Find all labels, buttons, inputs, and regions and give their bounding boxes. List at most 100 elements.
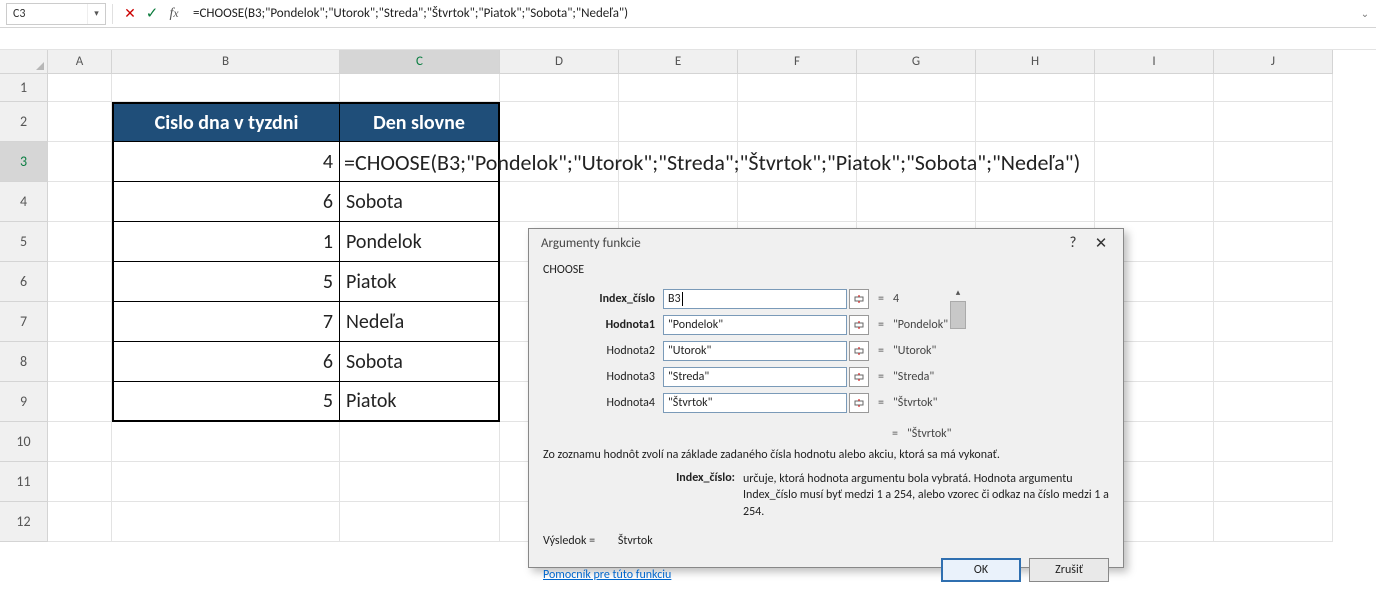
cell[interactable]: Sobota (340, 342, 500, 382)
cell[interactable] (500, 182, 619, 222)
cell[interactable] (619, 142, 738, 182)
cell[interactable] (48, 502, 112, 542)
cell[interactable] (112, 74, 340, 102)
row-header[interactable]: 12 (0, 502, 48, 542)
argument-input[interactable]: "Pondelok" (663, 315, 847, 335)
collapse-dialog-icon[interactable] (849, 393, 869, 413)
cell[interactable]: Pondelok (340, 222, 500, 262)
cell[interactable] (48, 462, 112, 502)
cell[interactable] (48, 102, 112, 142)
row-header[interactable]: 8 (0, 342, 48, 382)
row-header[interactable]: 7 (0, 302, 48, 342)
arguments-scrollbar[interactable]: ▴ (948, 287, 966, 417)
column-header[interactable]: J (1214, 50, 1333, 74)
cell[interactable] (738, 142, 857, 182)
cell[interactable] (48, 262, 112, 302)
cell[interactable] (619, 74, 738, 102)
cell[interactable] (48, 382, 112, 422)
cell[interactable]: 1 (112, 222, 340, 262)
dialog-titlebar[interactable]: Argumenty funkcie ? ✕ (529, 229, 1123, 257)
cell[interactable] (1214, 182, 1333, 222)
row-header[interactable]: 9 (0, 382, 48, 422)
name-box-dropdown-icon[interactable]: ▾ (87, 4, 105, 24)
column-header[interactable]: I (1095, 50, 1214, 74)
collapse-dialog-icon[interactable] (849, 289, 869, 309)
argument-input[interactable]: "Utorok" (663, 341, 847, 361)
cell[interactable] (619, 182, 738, 222)
cell[interactable] (738, 74, 857, 102)
select-all-corner[interactable] (0, 50, 48, 74)
fx-icon[interactable]: fx (163, 3, 185, 25)
cell[interactable] (1095, 182, 1214, 222)
scrollbar-thumb[interactable] (950, 301, 966, 329)
column-header[interactable]: D (500, 50, 619, 74)
cell[interactable] (976, 182, 1095, 222)
cell[interactable] (340, 422, 500, 462)
column-header[interactable]: H (976, 50, 1095, 74)
cell[interactable]: 5 (112, 262, 340, 302)
cell[interactable] (48, 182, 112, 222)
cell[interactable] (48, 422, 112, 462)
argument-input[interactable]: "Štvrtok" (663, 393, 847, 413)
cell[interactable] (1214, 102, 1333, 142)
cell[interactable] (1214, 142, 1333, 182)
column-header[interactable]: C (340, 50, 500, 74)
cancel-icon[interactable]: ✕ (119, 3, 141, 25)
chevron-up-icon[interactable]: ▴ (950, 285, 966, 299)
cell[interactable] (1214, 502, 1333, 542)
cell[interactable] (340, 462, 500, 502)
cell[interactable] (112, 502, 340, 542)
cell[interactable] (340, 142, 500, 182)
row-header[interactable]: 3 (0, 142, 48, 182)
row-header[interactable]: 4 (0, 182, 48, 222)
cell[interactable]: Den slovne (340, 102, 500, 142)
cell[interactable]: Piatok (340, 262, 500, 302)
column-header[interactable]: B (112, 50, 340, 74)
cell[interactable] (112, 422, 340, 462)
formula-input[interactable]: =CHOOSE(B3;"Pondelok";"Utorok";"Streda";… (185, 0, 1354, 27)
cell[interactable]: Nedeľa (340, 302, 500, 342)
name-box[interactable]: C3 ▾ (6, 3, 106, 25)
cell[interactable] (1214, 342, 1333, 382)
row-header[interactable]: 11 (0, 462, 48, 502)
cell[interactable] (976, 142, 1095, 182)
cell[interactable] (738, 182, 857, 222)
cell[interactable]: 4 (112, 142, 340, 182)
cell[interactable] (1095, 142, 1214, 182)
cell[interactable] (976, 74, 1095, 102)
cell[interactable] (857, 74, 976, 102)
cell[interactable]: 6 (112, 182, 340, 222)
row-header[interactable]: 1 (0, 74, 48, 102)
cell[interactable] (500, 102, 619, 142)
collapse-dialog-icon[interactable] (849, 315, 869, 335)
column-header[interactable]: F (738, 50, 857, 74)
cell[interactable] (1214, 222, 1333, 262)
cell[interactable] (619, 102, 738, 142)
ok-button[interactable]: OK (941, 558, 1021, 582)
close-icon[interactable]: ✕ (1087, 234, 1115, 253)
cell[interactable] (48, 302, 112, 342)
column-header[interactable]: A (48, 50, 112, 74)
cell[interactable] (1214, 382, 1333, 422)
cell[interactable] (48, 342, 112, 382)
collapse-dialog-icon[interactable] (849, 341, 869, 361)
cell[interactable] (500, 74, 619, 102)
cell[interactable] (340, 502, 500, 542)
cell[interactable] (857, 182, 976, 222)
argument-input[interactable]: B3 (663, 289, 847, 309)
confirm-icon[interactable]: ✓ (141, 3, 163, 25)
cell[interactable] (1214, 262, 1333, 302)
row-header[interactable]: 10 (0, 422, 48, 462)
cell[interactable] (340, 74, 500, 102)
cell[interactable] (1214, 302, 1333, 342)
cell[interactable]: Sobota (340, 182, 500, 222)
expand-formula-bar-icon[interactable]: ⌄ (1354, 7, 1376, 20)
row-header[interactable]: 6 (0, 262, 48, 302)
collapse-dialog-icon[interactable] (849, 367, 869, 387)
cell[interactable] (48, 222, 112, 262)
cell[interactable] (857, 142, 976, 182)
cell[interactable]: 5 (112, 382, 340, 422)
row-header[interactable]: 2 (0, 102, 48, 142)
cell[interactable] (738, 102, 857, 142)
cell[interactable]: 6 (112, 342, 340, 382)
